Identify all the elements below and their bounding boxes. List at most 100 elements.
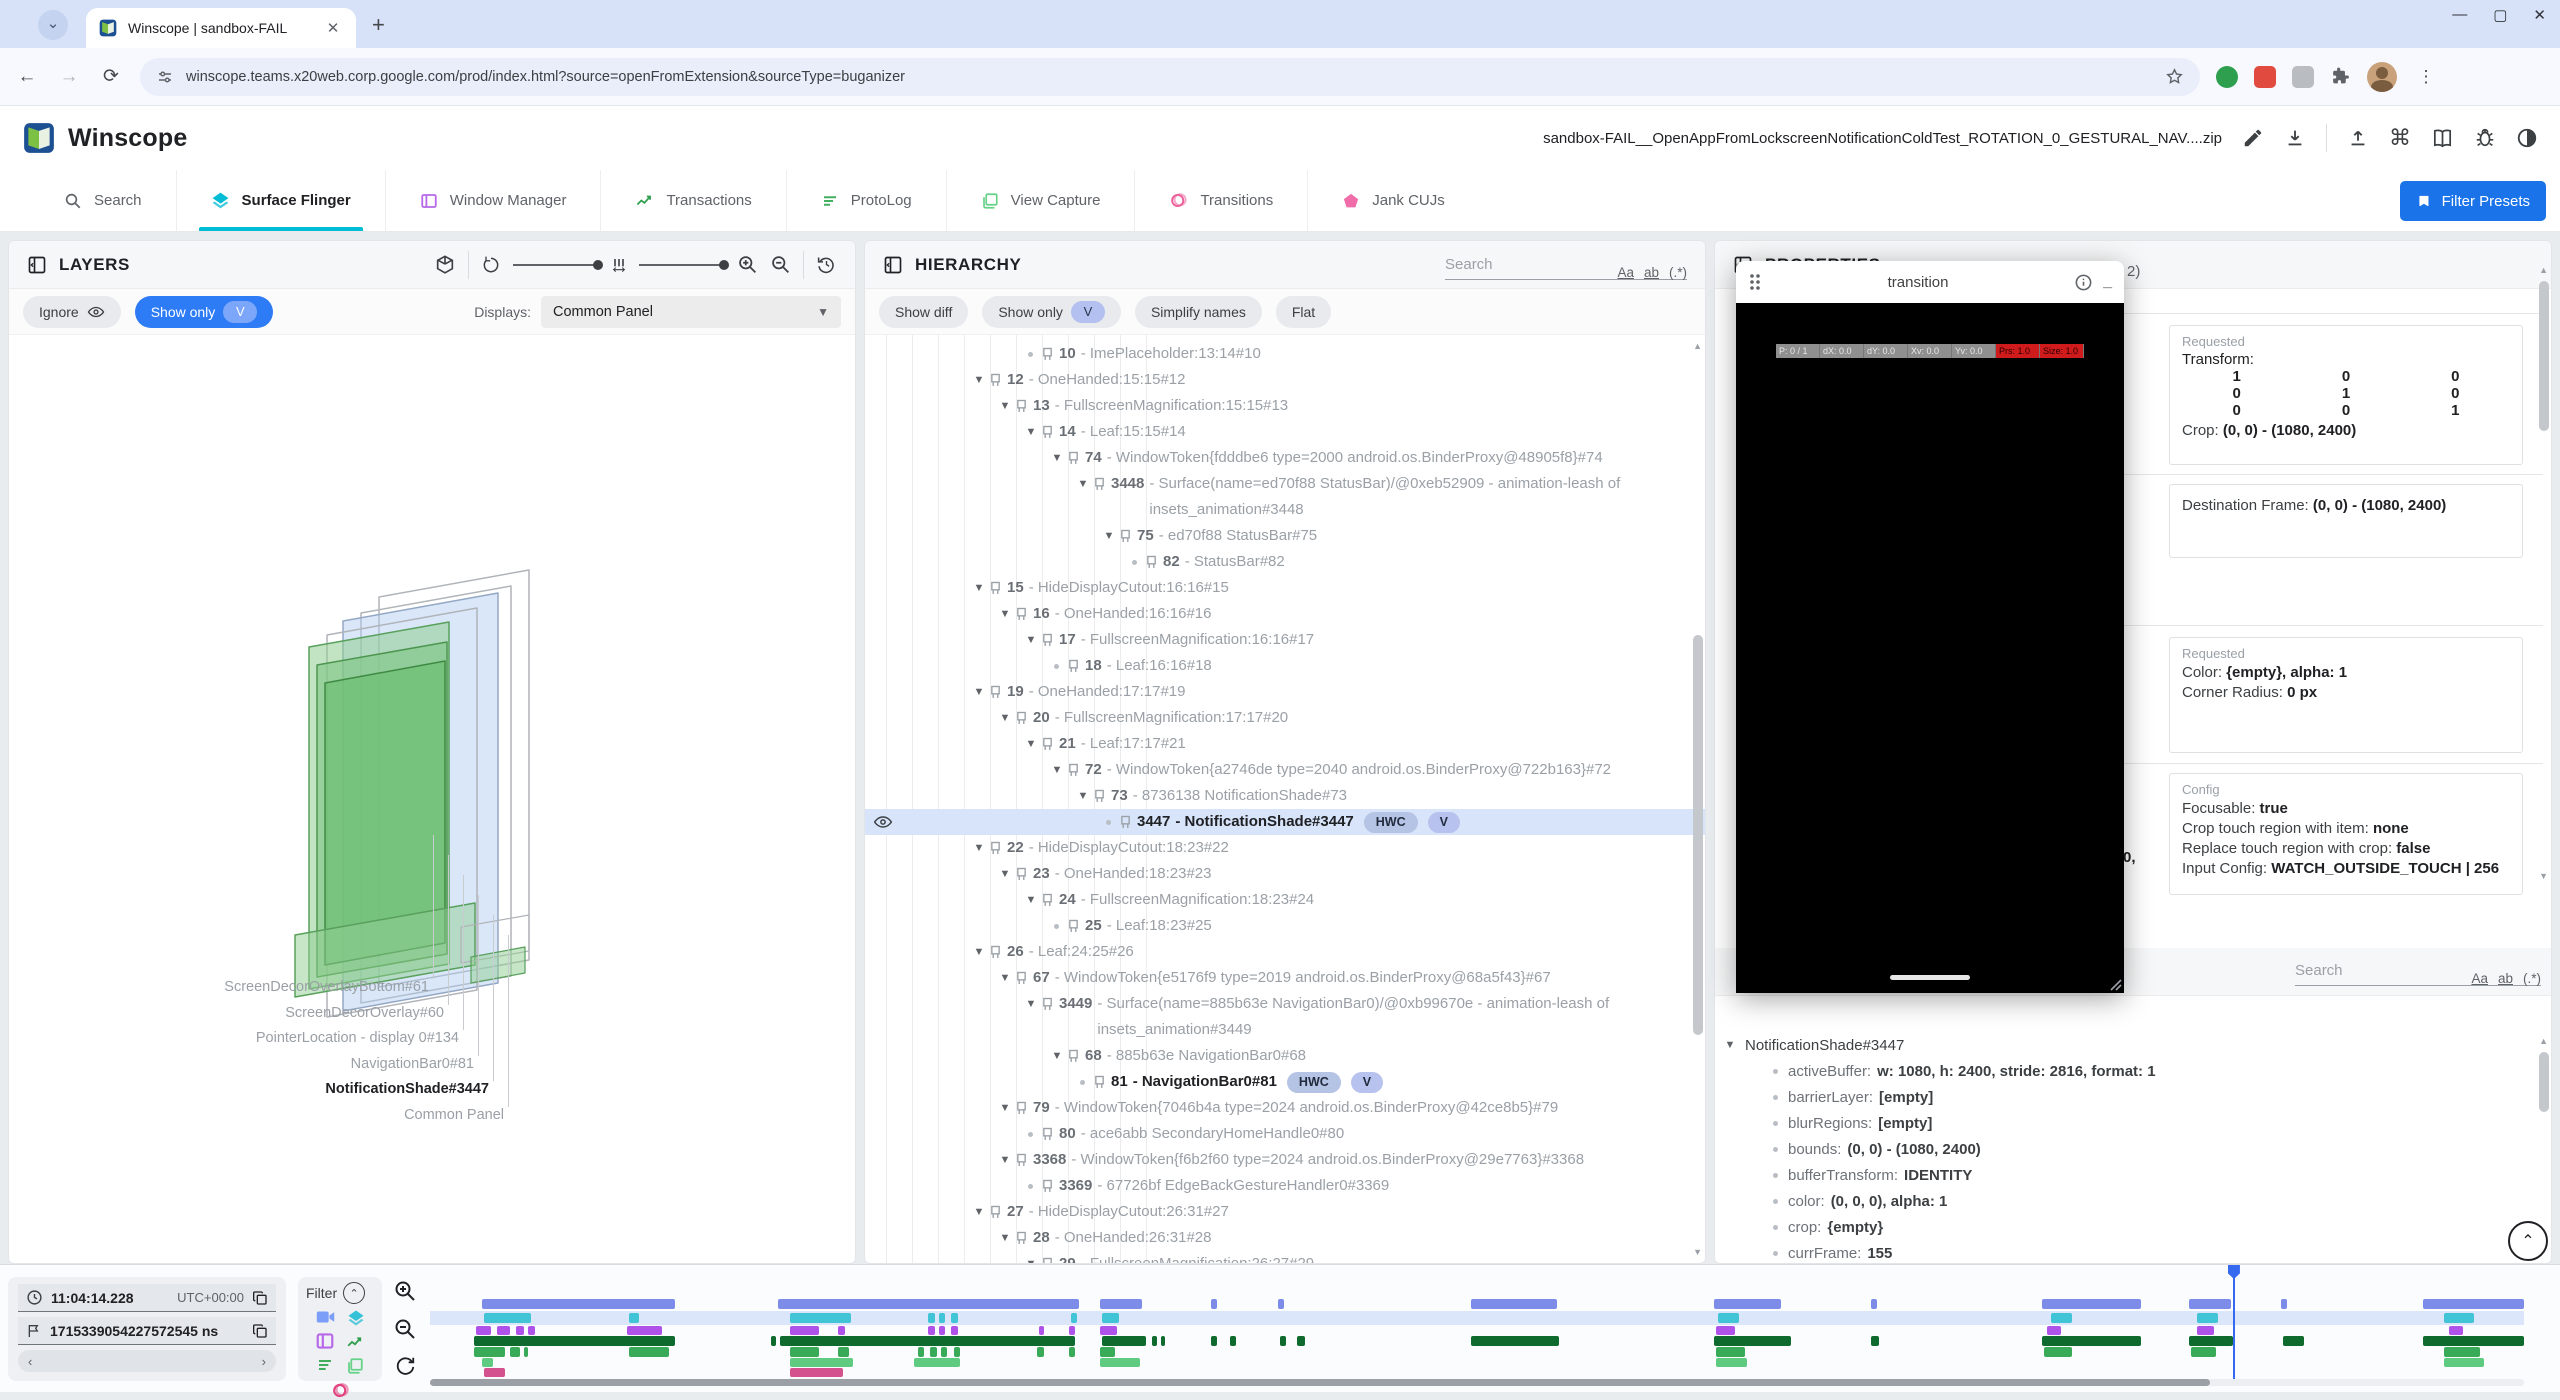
collapse-filter-icon[interactable]: ⌃ [343, 1282, 365, 1304]
scroll-down-icon[interactable]: ▼ [1693, 1247, 1702, 1257]
hierarchy-node-row[interactable]: ▼ 26 - Leaf:24:25#26 [865, 939, 1705, 965]
match-case-icon[interactable]: Aa [1617, 258, 1634, 288]
expand-arrow-icon[interactable]: ▼ [968, 679, 990, 705]
hierarchy-node-row[interactable]: ▼ 17 - FullscreenMagnification:16:16#17 [865, 627, 1705, 653]
expand-arrow-icon[interactable]: ▼ [994, 601, 1016, 627]
hierarchy-node-row[interactable]: 18 - Leaf:16:16#18 [865, 653, 1705, 679]
expand-arrow-icon[interactable]: ▼ [968, 1199, 990, 1225]
expand-arrow-icon[interactable]: ▼ [968, 939, 990, 965]
scroll-up-icon[interactable]: ▲ [1693, 341, 1702, 351]
expand-arrow-icon[interactable]: ▼ [994, 1095, 1016, 1121]
timeline-pager[interactable]: ‹› [18, 1350, 276, 1372]
hierarchy-node-row[interactable]: ▼ 75 - ed70f88 StatusBar#75 [865, 523, 1705, 549]
hierarchy-node-row[interactable]: ▼ 16 - OneHanded:16:16#16 [865, 601, 1705, 627]
proto-search-input[interactable]: Search Aa ab (.*) [2295, 956, 2541, 986]
human-time-row[interactable]: 11:04:14.228 UTC+00:00 [18, 1284, 276, 1312]
property-row[interactable]: blurRegions: [empty] [1773, 1110, 2531, 1136]
timeline-canvas[interactable] [430, 1265, 2524, 1393]
tab-search-button[interactable]: ⌄ [38, 10, 68, 40]
expand-arrow-icon[interactable]: ▼ [968, 835, 990, 861]
timeline-scrollbar[interactable] [430, 1379, 2524, 1386]
edit-pencil-icon[interactable] [2242, 127, 2264, 149]
match-word-icon[interactable]: ab [1644, 258, 1659, 288]
resize-handle[interactable] [2108, 977, 2122, 991]
extension-green-icon[interactable] [2216, 66, 2238, 88]
hierarchy-node-row[interactable]: ▼ 3368 - WindowToken{f6b2f60 type=2024 a… [865, 1147, 1705, 1173]
browser-menu-icon[interactable]: ⋮ [2413, 64, 2439, 90]
hierarchy-scrollbar[interactable] [1693, 635, 1703, 1035]
back-icon[interactable]: ← [14, 64, 40, 90]
surface-flinger-icon[interactable] [347, 1309, 365, 1327]
proto-scrollbar[interactable] [2539, 1052, 2549, 1112]
timeline-zoom-in-icon[interactable] [393, 1279, 417, 1303]
forward-icon[interactable]: → [56, 64, 82, 90]
property-row[interactable]: crop: {empty} [1773, 1214, 2531, 1240]
transitions-icon[interactable] [331, 1381, 350, 1400]
hierarchy-node-row[interactable]: 10 - ImePlaceholder:13:14#10 [865, 341, 1705, 367]
scroll-down-icon[interactable]: ▼ [2539, 871, 2548, 881]
property-row[interactable]: bufferTransform: IDENTITY [1773, 1162, 2531, 1188]
browser-tab[interactable]: Winscope | sandbox-FAIL ✕ [86, 8, 356, 48]
tab-view-capture[interactable]: View Capture [946, 170, 1135, 231]
show-diff-chip[interactable]: Show diff [879, 296, 968, 328]
expand-arrow-icon[interactable]: ▼ [1020, 991, 1042, 1017]
hierarchy-search-input[interactable]: Search Aa ab (.*) [1445, 250, 1687, 280]
expand-arrow-icon[interactable]: ▼ [994, 965, 1016, 991]
expand-arrow-icon[interactable]: ▼ [1020, 419, 1042, 445]
layers-3d-canvas[interactable]: ScreenDecorOverlayBottom#61ScreenDecorOv… [9, 335, 855, 1263]
extension-red-icon[interactable] [2254, 66, 2276, 88]
download-icon[interactable] [2284, 127, 2306, 149]
expand-arrow-icon[interactable]: ▼ [1020, 627, 1042, 653]
expand-arrow-icon[interactable]: ▼ [994, 861, 1016, 887]
minimize-icon[interactable]: _ [2103, 273, 2112, 291]
regex-icon[interactable]: (.*) [2523, 964, 2541, 994]
view-capture-icon[interactable] [346, 1357, 364, 1375]
ns-time-row[interactable]: 1715339054227572545 ns [18, 1317, 276, 1345]
expand-arrow-icon[interactable]: ▼ [968, 575, 990, 601]
window-maximize-button[interactable]: ▢ [2493, 6, 2507, 24]
reset-view-icon[interactable] [816, 254, 837, 275]
expand-arrow-icon[interactable]: ▼ [1020, 1251, 1042, 1263]
bookmark-star-icon[interactable] [2165, 67, 2184, 86]
tab-surface-flinger[interactable]: Surface Flinger [176, 170, 385, 231]
hierarchy-node-row[interactable]: ▼ 23 - OneHanded:18:23#23 [865, 861, 1705, 887]
hierarchy-node-row[interactable]: 25 - Leaf:18:23#25 [865, 913, 1705, 939]
drag-handle-icon[interactable] [1748, 272, 1762, 292]
copy-icon[interactable] [252, 1323, 268, 1339]
ignore-chip[interactable]: Ignore [23, 296, 121, 328]
hierarchy-node-row[interactable]: 82 - StatusBar#82 [865, 549, 1705, 575]
property-row[interactable]: barrierLayer: [empty] [1773, 1084, 2531, 1110]
tab-jank-cujs[interactable]: Jank CUJs [1307, 170, 1479, 231]
expand-arrow-icon[interactable]: ▼ [994, 1147, 1016, 1173]
hierarchy-node-row[interactable]: ▼ 68 - 885b63e NavigationBar0#68 [865, 1043, 1705, 1069]
hierarchy-node-row[interactable]: 3447 - NotificationShade#3447HWCV [865, 809, 1705, 835]
visibility-eye-icon[interactable] [873, 812, 893, 832]
extension-gray-icon[interactable] [2292, 66, 2314, 88]
layer-label[interactable]: NavigationBar0#81 [351, 1056, 474, 1072]
hierarchy-node-row[interactable]: ▼ 3448 - Surface(name=ed70f88 StatusBar)… [865, 471, 1705, 523]
show-only-chip[interactable]: Show only V [135, 296, 274, 328]
hierarchy-node-row[interactable]: ▼ 19 - OneHanded:17:17#19 [865, 679, 1705, 705]
expand-arrow-icon[interactable]: ▼ [1046, 445, 1068, 471]
expand-arrow-icon[interactable]: ▼ [1020, 887, 1042, 913]
expand-arrow-icon[interactable]: ▼ [968, 367, 990, 393]
timeline-zoom-out-icon[interactable] [393, 1317, 417, 1341]
expand-arrow-icon[interactable]: ▼ [994, 1225, 1016, 1251]
displays-select[interactable]: Common Panel▼ [541, 296, 841, 328]
flat-chip[interactable]: Flat [1276, 296, 1331, 328]
expand-arrow-icon[interactable]: ▼ [1046, 1043, 1068, 1069]
extensions-puzzle-icon[interactable] [2330, 66, 2351, 87]
3d-cube-icon[interactable] [434, 254, 456, 276]
hierarchy-node-row[interactable]: ▼ 12 - OneHanded:15:15#12 [865, 367, 1705, 393]
protolog-icon[interactable] [316, 1357, 334, 1373]
site-settings-icon[interactable] [156, 68, 174, 86]
hierarchy-node-row[interactable]: ▼ 28 - OneHanded:26:31#28 [865, 1225, 1705, 1251]
new-tab-button[interactable]: + [372, 12, 385, 38]
layer-label[interactable]: PointerLocation - display 0#134 [256, 1030, 459, 1046]
hierarchy-node-row[interactable]: ▼ 74 - WindowToken{fdddbe6 type=2000 and… [865, 445, 1705, 471]
tab-close-icon[interactable]: ✕ [322, 19, 344, 37]
documentation-book-icon[interactable] [2431, 127, 2454, 150]
reload-icon[interactable]: ⟳ [98, 64, 124, 90]
hierarchy-node-row[interactable]: ▼ 27 - HideDisplayCutout:26:31#27 [865, 1199, 1705, 1225]
match-word-icon[interactable]: ab [2498, 964, 2513, 994]
